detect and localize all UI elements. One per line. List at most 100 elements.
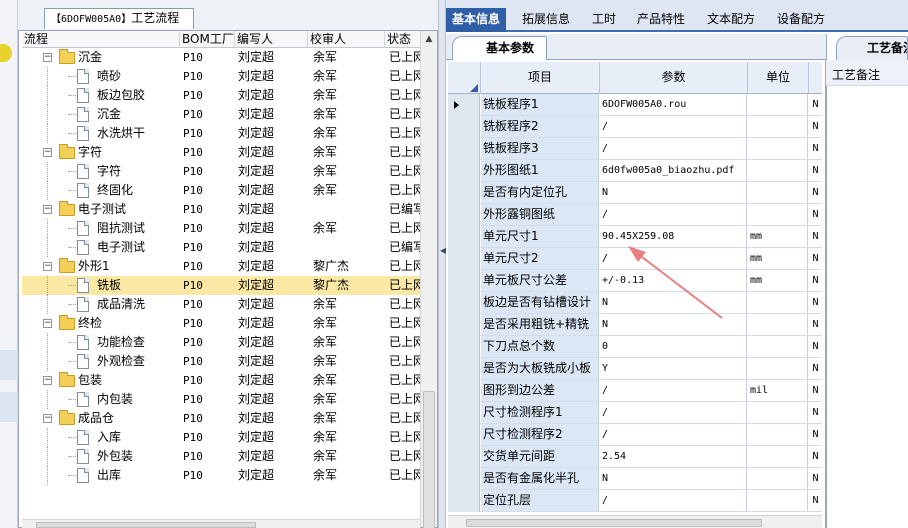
grid-cell-unit[interactable] (748, 292, 808, 313)
grid-cell-unit[interactable] (748, 490, 808, 511)
tree-row[interactable]: 板边包胶 P10 刘定超 余军 已上网 (22, 86, 420, 105)
grid-row[interactable]: 定位孔层 / N (448, 490, 822, 512)
scroll-thumb[interactable] (36, 522, 256, 528)
tab-equipment-recipe[interactable]: 设备配方 (777, 9, 825, 30)
grid-cell-param[interactable]: / (600, 490, 747, 511)
scroll-thumb[interactable] (466, 519, 762, 527)
tree-row[interactable]: 终固化 P10 刘定超 余军 已上网 (22, 181, 420, 200)
grid-cell-unit[interactable] (748, 94, 808, 115)
grid-cell-param[interactable]: / (600, 204, 747, 225)
expand-minus-icon[interactable]: − (43, 205, 52, 214)
grid-cell-flag[interactable]: N (809, 358, 822, 379)
tab-product-features[interactable]: 产品特性 (637, 9, 685, 30)
grid-cell-unit[interactable] (748, 402, 808, 423)
grid-cell-unit[interactable] (748, 204, 808, 225)
tab-text-recipe[interactable]: 文本配方 (707, 9, 755, 30)
tree-row[interactable]: 水洗烘干 P10 刘定超 余军 已上网 (22, 124, 420, 143)
grid-cell-param[interactable]: 2.54 (600, 446, 747, 467)
grid-col-param[interactable]: 参数 (600, 62, 748, 94)
process-flow-tab[interactable]: 【6DOFW005A0】工艺流程 (44, 8, 194, 29)
grid-cell-flag[interactable]: N (809, 468, 822, 489)
tree-row[interactable]: − 终检 P10 刘定超 余军 已上网 (22, 314, 420, 333)
row-pointer-icon[interactable] (448, 94, 480, 116)
tree-row[interactable]: 外包装 P10 刘定超 余军 已上网 (22, 447, 420, 466)
grid-cell-unit[interactable] (748, 424, 808, 445)
row-indicator[interactable] (448, 468, 480, 490)
tab-work-hours[interactable]: 工时 (592, 9, 616, 30)
grid-cell-param[interactable]: 6d0fw005a0_biaozhu.pdf (600, 160, 747, 181)
grid-cell-flag[interactable]: N (809, 402, 822, 423)
grid-row[interactable]: 是否为大板铣成小板 Y N (448, 358, 822, 380)
tree-row[interactable]: 出库 P10 刘定超 余军 已上网 (22, 466, 420, 485)
col-header-reviewer[interactable]: 校审人 (308, 31, 385, 48)
tree-row[interactable]: 电子测试 P10 刘定超 已编写 (22, 238, 420, 257)
grid-cell-unit[interactable]: mil (748, 380, 808, 401)
grid-cell-param[interactable]: / (600, 380, 747, 401)
grid-cell-flag[interactable]: N (809, 270, 822, 291)
grid-cell-flag[interactable]: N (809, 380, 822, 401)
col-header-status[interactable]: 状态 (385, 31, 420, 48)
grid-col-item[interactable]: 项目 (481, 62, 600, 94)
grid-cell-param[interactable]: / (600, 116, 747, 137)
grid-cell-unit[interactable] (748, 336, 808, 357)
expand-minus-icon[interactable]: − (43, 148, 52, 157)
scroll-up-icon[interactable]: ▲ (421, 31, 437, 47)
row-indicator[interactable] (448, 204, 480, 226)
grid-cell-flag[interactable]: N (809, 138, 822, 159)
tab-extended-info[interactable]: 拓展信息 (522, 9, 570, 30)
scroll-thumb[interactable] (423, 391, 435, 528)
grid-row[interactable]: 图形到边公差 / mil N (448, 380, 822, 402)
row-indicator[interactable] (448, 116, 480, 138)
tab-process-remarks[interactable]: 工艺备注 (836, 36, 908, 60)
row-indicator[interactable] (448, 402, 480, 424)
grid-cell-flag[interactable]: N (809, 94, 822, 115)
tree-row[interactable]: 内包装 P10 刘定超 余军 已上网 (22, 390, 420, 409)
tree-row[interactable]: 成品清洗 P10 刘定超 余军 已上网 (22, 295, 420, 314)
grid-row[interactable]: 铣板程序2/ N (448, 116, 822, 138)
grid-cell-unit[interactable] (748, 468, 808, 489)
row-indicator[interactable] (448, 138, 480, 160)
grid-row[interactable]: 尺寸检测程序2/ N (448, 424, 822, 446)
tree-vertical-scrollbar[interactable]: ▲ (420, 31, 437, 528)
grid-cell-unit[interactable]: mm (748, 226, 808, 247)
grid-horizontal-scrollbar[interactable] (448, 515, 822, 528)
grid-row[interactable]: 外形图纸1 6d0fw005a0_biaozhu.pdf N (448, 160, 822, 182)
tree-row[interactable]: − 沉金 P10 刘定超 余军 已上网 (22, 48, 420, 67)
grid-cell-flag[interactable]: N (809, 314, 822, 335)
grid-cell-unit[interactable] (748, 358, 808, 379)
expand-minus-icon[interactable]: − (43, 53, 52, 62)
grid-cell-unit[interactable] (748, 116, 808, 137)
row-indicator[interactable] (448, 490, 480, 512)
expand-minus-icon[interactable]: − (43, 376, 52, 385)
col-header-writer[interactable]: 编写人 (235, 31, 308, 48)
row-indicator[interactable] (448, 292, 480, 314)
row-indicator[interactable] (448, 270, 480, 292)
grid-cell-flag[interactable]: N (809, 336, 822, 357)
grid-cell-param[interactable]: N (600, 468, 747, 489)
grid-cell-param[interactable]: N (600, 182, 747, 203)
grid-cell-param[interactable]: / (600, 402, 747, 423)
tree-row[interactable]: 沉金 P10 刘定超 余军 已上网 (22, 105, 420, 124)
panel-splitter[interactable]: ◀ (438, 0, 446, 528)
grid-row[interactable]: 尺寸检测程序1/ N (448, 402, 822, 424)
grid-cell-param[interactable]: / (600, 138, 747, 159)
yellow-indicator-icon[interactable] (0, 44, 12, 62)
grid-cell-flag[interactable]: N (809, 116, 822, 137)
tab-basic-info[interactable]: 基本信息 (446, 8, 507, 32)
grid-row[interactable]: 外形露铜图纸 / N (448, 204, 822, 226)
tree-row[interactable]: 外观检查 P10 刘定超 余军 已上网 (22, 352, 420, 371)
grid-cell-flag[interactable]: N (809, 490, 822, 511)
grid-cell-unit[interactable] (748, 314, 808, 335)
expand-minus-icon[interactable]: − (43, 262, 52, 271)
tree-row[interactable]: − 外形1 P10 刘定超 黎广杰 已上网 (22, 257, 420, 276)
row-indicator[interactable] (448, 160, 480, 182)
row-indicator[interactable] (448, 248, 480, 270)
grid-cell-unit[interactable] (748, 160, 808, 181)
row-indicator[interactable] (448, 380, 480, 402)
row-indicator[interactable] (448, 446, 480, 468)
row-indicator[interactable] (448, 182, 480, 204)
row-indicator[interactable] (448, 358, 480, 380)
grid-col-unit[interactable]: 单位 (748, 62, 809, 94)
tree-row[interactable]: 入库 P10 刘定超 余军 已上网 (22, 428, 420, 447)
grid-cell-unit[interactable] (748, 446, 808, 467)
